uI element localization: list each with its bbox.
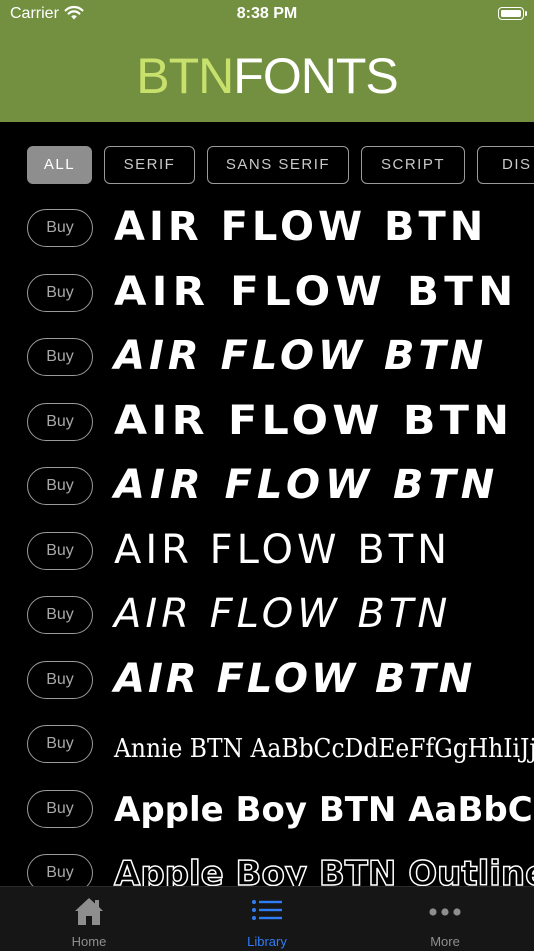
buy-button[interactable]: Buy — [27, 338, 93, 376]
filter-chip-sans-serif[interactable]: SANS SERIF — [207, 146, 349, 184]
tab-bar: Home Library More — [0, 886, 534, 951]
buy-button[interactable]: Buy — [27, 273, 93, 312]
buy-button[interactable]: Buy — [27, 209, 93, 247]
font-row: Buy Apple Boy BTN AaBbCcDdEe — [0, 777, 534, 841]
font-row: Buy AIR FLOW BTN — [0, 196, 534, 260]
list-icon — [252, 900, 282, 920]
font-sample[interactable]: AIR FLOW BTN — [114, 656, 475, 702]
app-logo: BTNFONTS — [0, 48, 534, 104]
buy-button[interactable]: Buy — [27, 402, 93, 441]
font-row: Buy AIR FLOW BTN — [0, 648, 534, 712]
battery-icon — [498, 7, 527, 20]
buy-button[interactable]: Buy — [27, 789, 93, 828]
logo-part-btn: BTN — [136, 48, 234, 104]
filter-chip-serif[interactable]: SERIF — [104, 146, 195, 184]
font-sample[interactable]: AIR FLOW BTN — [114, 333, 487, 379]
font-row: Buy AIR FLOW BTN — [0, 261, 534, 325]
font-sample[interactable]: Apple Boy BTN AaBbCcDdEe — [114, 787, 534, 833]
filter-chips: ALL SERIF SANS SERIF SCRIPT DIS — [27, 146, 534, 186]
home-icon — [75, 898, 103, 925]
font-row: Buy AIR FLOW BTN — [0, 454, 534, 518]
buy-button[interactable]: Buy — [27, 854, 93, 886]
buy-button[interactable]: Buy — [27, 467, 93, 505]
font-sample[interactable]: AIR FLOW BTN — [114, 527, 451, 573]
font-row: Buy Annie BTN AaBbCcDdEeFfGgHhIiJjKkLlMm… — [0, 712, 534, 776]
logo-part-fonts: FONTS — [233, 48, 398, 104]
more-dots-icon — [429, 908, 461, 916]
filter-chip-display[interactable]: DIS — [477, 146, 534, 184]
font-row: Buy AIR FLOW BTN — [0, 390, 534, 454]
font-row: Buy AIR FLOW BTN — [0, 583, 534, 647]
font-sample[interactable]: AIR FLOW BTN — [114, 398, 513, 444]
buy-button[interactable]: Buy — [27, 725, 93, 763]
buy-button[interactable]: Buy — [27, 596, 93, 634]
font-sample[interactable]: Apple Boy BTN Outline Aa — [113, 851, 534, 886]
tab-home-label: Home — [71, 934, 107, 949]
filter-chip-script[interactable]: SCRIPT — [361, 146, 465, 184]
tab-more-label: More — [430, 934, 460, 949]
font-sample[interactable]: AIR FLOW BTN — [114, 269, 519, 315]
font-row: Buy AIR FLOW BTN — [0, 325, 534, 389]
header-bar: Carrier 8:38 PM BTNFONTS — [0, 0, 534, 122]
buy-button[interactable]: Buy — [27, 660, 93, 699]
status-time: 8:38 PM — [236, 5, 298, 22]
buy-button[interactable]: Buy — [27, 531, 93, 570]
font-sample[interactable]: Annie BTN AaBbCcDdEeFfGgHhIiJjKkLlMmNn — [114, 726, 534, 772]
tab-home[interactable]: Home — [0, 887, 178, 951]
font-row: Buy AIR FLOW BTN — [0, 519, 534, 583]
font-sample[interactable]: AIR FLOW BTN — [114, 591, 451, 637]
font-row: Buy Apple Boy BTN Outline Aa — [0, 841, 534, 886]
font-sample[interactable]: AIR FLOW BTN — [114, 204, 487, 250]
tab-library-label: Library — [247, 934, 287, 949]
font-list: Buy AIR FLOW BTN Buy AIR FLOW BTN Buy AI… — [0, 196, 534, 886]
tab-more[interactable]: More — [356, 887, 534, 951]
font-sample[interactable]: AIR FLOW BTN — [114, 462, 499, 508]
filter-chip-all[interactable]: ALL — [27, 146, 92, 184]
status-bar: Carrier 8:38 PM — [0, 0, 534, 30]
tab-library[interactable]: Library — [178, 887, 356, 951]
